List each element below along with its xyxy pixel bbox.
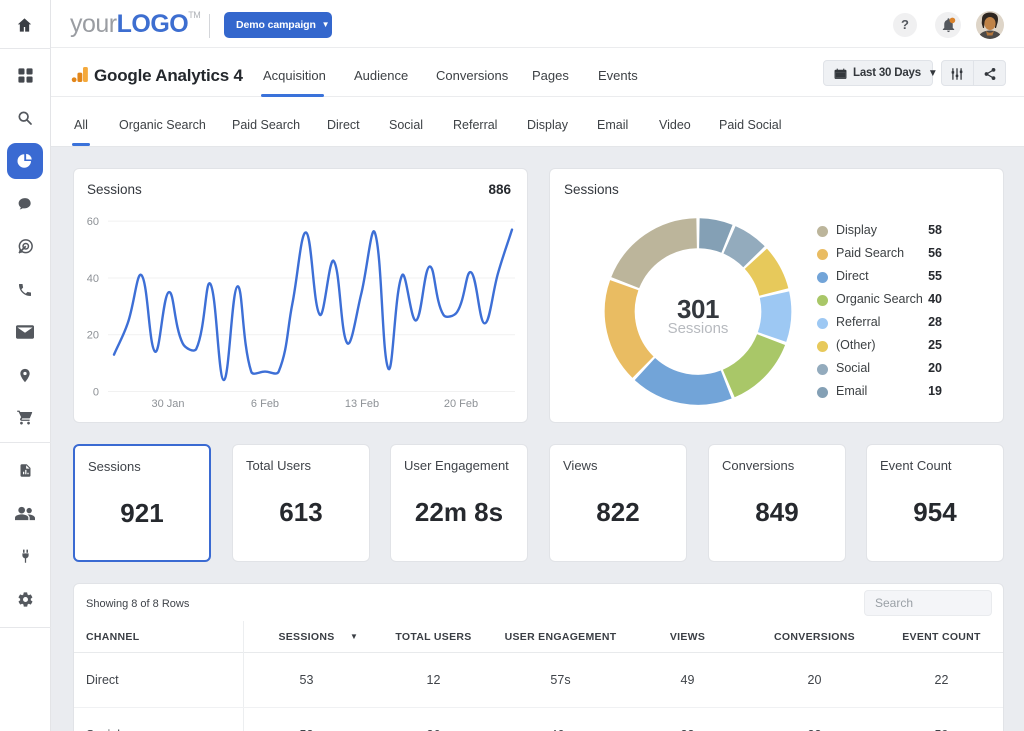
svg-text:6 Feb: 6 Feb [251, 398, 279, 410]
svg-text:20: 20 [87, 330, 99, 342]
svg-text:20 Feb: 20 Feb [444, 398, 478, 410]
svg-text:40: 40 [87, 273, 99, 285]
svg-text:60: 60 [87, 216, 99, 228]
svg-text:13 Feb: 13 Feb [345, 398, 379, 410]
svg-text:30 Jan: 30 Jan [151, 398, 184, 410]
svg-text:0: 0 [93, 387, 99, 399]
